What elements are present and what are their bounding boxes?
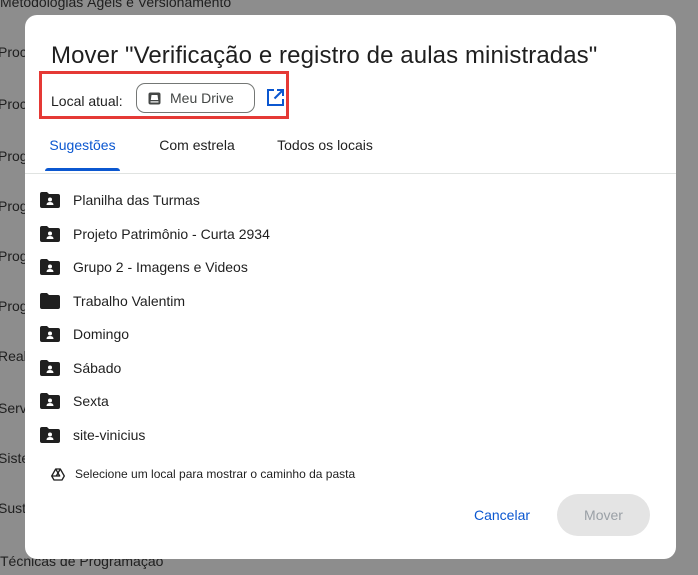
folder-name: Trabalho Valentim (73, 293, 186, 309)
tab-label: Com estrela (159, 137, 235, 153)
folder-name: Sexta (73, 393, 109, 409)
background-item: Proc (0, 44, 27, 60)
background-item: Prog (0, 198, 28, 214)
tab-com-estrela[interactable]: Com estrela (142, 120, 252, 170)
tab-label: Todos os locais (277, 137, 373, 153)
folder-row[interactable]: Planilha das Turmas (25, 183, 676, 217)
drive-icon (148, 92, 161, 104)
open-location-button[interactable] (265, 87, 285, 107)
folder-name: Sábado (73, 360, 122, 376)
folder-icon (40, 293, 60, 309)
folder-name: Planilha das Turmas (73, 192, 200, 208)
move-button[interactable]: Mover (557, 494, 650, 536)
current-location-label: Local atual: (51, 93, 123, 109)
background-item: Sust (0, 500, 27, 516)
background-item: Metodologias Ágeis e Versionamento (0, 0, 232, 10)
current-location-value: Meu Drive (170, 90, 234, 106)
background-item: Proc (0, 96, 27, 112)
folder-name: Projeto Patrimônio - Curta 2934 (73, 226, 270, 242)
shared-folder-icon (40, 360, 60, 376)
cancel-button[interactable]: Cancelar (460, 495, 544, 535)
tab-label: Sugestões (49, 137, 116, 153)
shared-folder-icon (40, 427, 60, 443)
folder-name: Grupo 2 - Imagens e Videos (73, 259, 248, 275)
shared-folder-icon (40, 192, 60, 208)
folder-row[interactable]: Sexta (25, 384, 676, 418)
background-item: Real (0, 348, 27, 364)
background-item: Serv (0, 400, 27, 416)
folder-row[interactable]: Projeto Patrimônio - Curta 2934 (25, 217, 676, 251)
shared-folder-icon (40, 393, 60, 409)
open-in-new-icon (266, 88, 284, 106)
path-hint: Selecione um local para mostrar o caminh… (51, 467, 355, 481)
tab-sugestoes[interactable]: Sugestões (33, 120, 132, 171)
hint-text: Selecione um local para mostrar o caminh… (75, 467, 356, 481)
folder-name: Domingo (73, 326, 130, 342)
background-item: Prog (0, 148, 28, 164)
tabs-divider (25, 173, 676, 174)
shared-folder-icon (40, 226, 60, 242)
folder-row[interactable]: site-vinicius (25, 418, 676, 452)
move-dialog: Mover "Verificação e registro de aulas m… (25, 15, 676, 559)
folder-name: site-vinicius (73, 427, 146, 443)
drive-logo-icon (51, 467, 65, 481)
folder-row[interactable]: Trabalho Valentim (25, 284, 676, 318)
current-location-chip[interactable]: Meu Drive (136, 83, 255, 113)
active-tab-indicator (45, 168, 120, 171)
tab-todos-os-locais[interactable]: Todos os locais (262, 120, 388, 170)
shared-folder-icon (40, 259, 60, 275)
folder-row[interactable]: Domingo (25, 317, 676, 351)
dialog-title: Mover "Verificação e registro de aulas m… (51, 42, 598, 69)
shared-folder-icon (40, 326, 60, 342)
background-item: Prog (0, 248, 28, 264)
folder-row[interactable]: Grupo 2 - Imagens e Videos (25, 250, 676, 284)
background-item: Prog (0, 298, 28, 314)
folder-row[interactable]: Sábado (25, 351, 676, 385)
